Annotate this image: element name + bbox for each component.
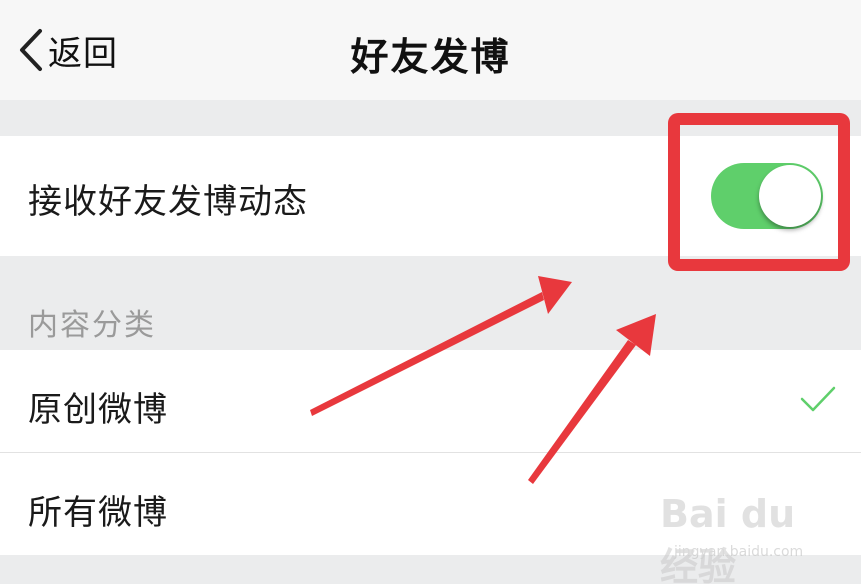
watermark-logo: Bai du 经验: [660, 492, 796, 584]
receive-updates-label: 接收好友发博动态: [28, 182, 308, 222]
watermark-url: jingyan.baidu.com: [674, 544, 804, 560]
option-label: 原创微博: [28, 390, 168, 430]
option-label: 所有微博: [28, 493, 168, 533]
navigation-bar: 返回 好友发博: [0, 0, 861, 100]
page-title: 好友发博: [350, 35, 511, 79]
annotation-highlight-box: [668, 113, 850, 271]
option-original-weibo[interactable]: 原创微博: [0, 350, 861, 452]
checkmark-icon: [800, 385, 836, 417]
content-category-header: 内容分类: [28, 308, 156, 343]
baidu-jingyan-watermark: Bai du 经验 jingyan.baidu.com: [660, 490, 830, 584]
settings-screen: 返回 好友发博 接收好友发博动态 内容分类 原创微博 所有微博 Bai du 经…: [0, 0, 861, 584]
